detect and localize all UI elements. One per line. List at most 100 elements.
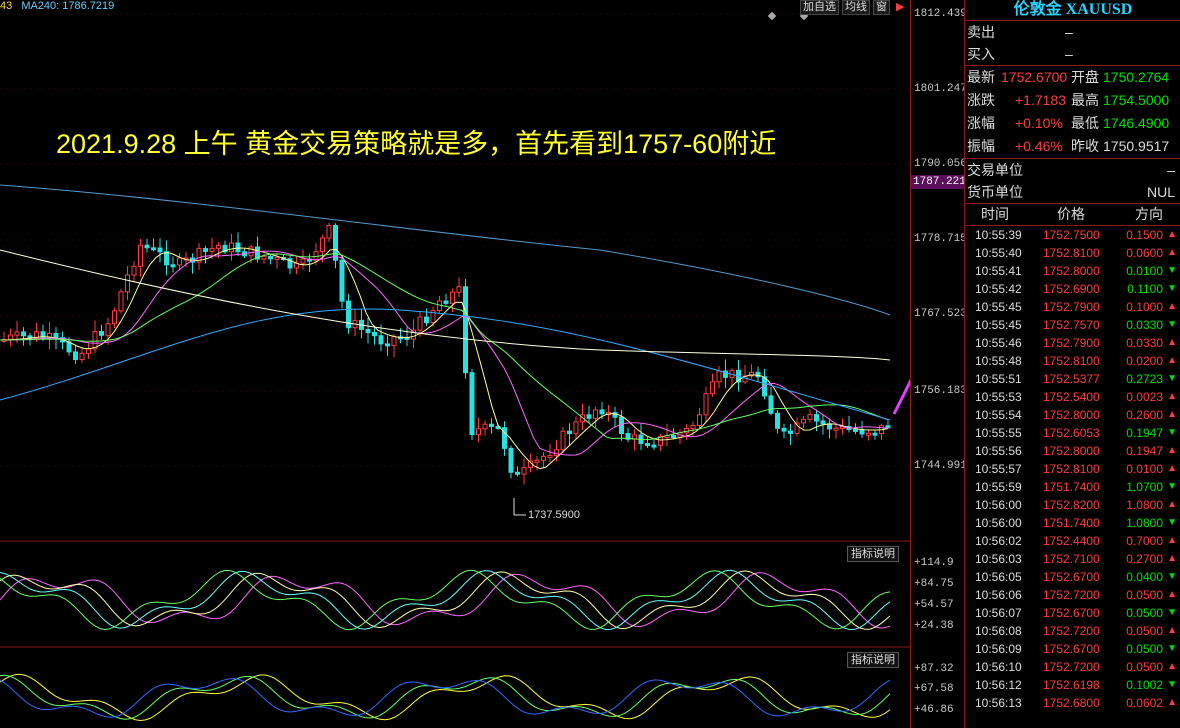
tick-time: 10:56:13 (975, 696, 1022, 710)
tick-row[interactable]: 10:55:45 1752.7900 0.1000 ▲ (965, 298, 1180, 316)
stat-label: 最高 (1071, 92, 1099, 108)
tick-row[interactable]: 10:55:41 1752.8000 0.0100 ▼ (965, 262, 1180, 280)
tick-row[interactable]: 10:56:03 1752.7100 0.2700 ▲ (965, 550, 1180, 568)
candle-body (144, 244, 150, 249)
tick-time: 10:55:53 (975, 390, 1022, 404)
tick-row[interactable]: 10:56:12 1752.6198 0.1002 ▼ (965, 676, 1180, 694)
tick-row[interactable]: 10:56:09 1752.6700 0.0500 ▼ (965, 640, 1180, 658)
stat-value: +0.46% (1015, 138, 1063, 154)
axis-label: 1812.439 (914, 8, 967, 20)
arrow-up-icon: ▲ (1167, 301, 1177, 312)
tick-volume: 0.0400 (1126, 570, 1163, 584)
candle-body (866, 432, 871, 436)
stat-value: 1754.5000 (1103, 92, 1170, 108)
ma-lines-button[interactable]: 均线 (842, 0, 870, 15)
tick-row[interactable]: 10:56:10 1752.7200 0.0500 ▲ (965, 658, 1180, 676)
stat-label: 振幅 (967, 138, 995, 154)
tick-volume: 0.0330 (1126, 318, 1163, 332)
arrow-down-icon: ▼ (1167, 283, 1177, 294)
tick-row[interactable]: 10:55:39 1752.7500 0.1500 ▲ (965, 226, 1180, 244)
tick-price: 1752.7900 (1043, 300, 1100, 314)
tick-list[interactable]: 10:55:39 1752.7500 0.1500 ▲ 10:55:40 1752.810… (965, 226, 1180, 712)
tick-price: 1752.7500 (1043, 228, 1100, 242)
stat-value: 1746.4900 (1103, 115, 1170, 131)
candlestick-chart-area[interactable]: 43 MA240: 1786.7219 2021.9.28 上午 黄金交易策略就… (0, 0, 910, 728)
candle-body (710, 381, 715, 395)
arrow-down-icon: ▼ (1167, 427, 1177, 438)
candle-body (807, 414, 813, 420)
tick-time: 10:55:59 (975, 480, 1022, 494)
tick-row[interactable]: 10:55:55 1752.6053 0.1947 ▼ (965, 424, 1180, 442)
tick-row[interactable]: 10:55:57 1752.8100 0.0100 ▲ (965, 460, 1180, 478)
candle-body (697, 414, 702, 426)
tick-volume: 1.0800 (1126, 516, 1163, 530)
tick-volume: 0.0600 (1126, 246, 1163, 260)
up-arrow-icon (892, 378, 910, 415)
tick-price: 1752.8200 (1043, 498, 1100, 512)
tick-row[interactable]: 10:56:08 1752.7200 0.0500 ▲ (965, 622, 1180, 640)
candle-body (170, 264, 176, 268)
stat-value: 1750.9517 (1103, 138, 1170, 154)
tick-header-price: 价格 (1057, 206, 1085, 222)
tick-row[interactable]: 10:55:59 1751.7400 1.0700 ▼ (965, 478, 1180, 496)
candle-body (593, 409, 598, 419)
candle-body (788, 430, 793, 434)
instrument-title: 伦敦金 XAUUSD (965, 0, 1180, 21)
candle-body (671, 435, 676, 439)
arrow-down-icon: ▼ (1167, 481, 1177, 492)
tick-row[interactable]: 10:56:13 1752.6800 0.0602 ▲ (965, 694, 1180, 712)
tick-row[interactable]: 10:55:48 1752.8100 0.0200 ▲ (965, 352, 1180, 370)
tick-volume: 0.1002 (1126, 678, 1163, 692)
tick-price: 1752.7200 (1043, 588, 1100, 602)
tick-row[interactable]: 10:56:00 1751.7400 1.0800 ▼ (965, 514, 1180, 532)
price-chart-svg[interactable] (0, 0, 910, 728)
tick-row[interactable]: 10:56:02 1752.4400 0.7000 ▲ (965, 532, 1180, 550)
tick-row[interactable]: 10:55:40 1752.8100 0.0600 ▲ (965, 244, 1180, 262)
candle-body (567, 430, 572, 435)
tick-row[interactable]: 10:55:54 1752.8000 0.2600 ▲ (965, 406, 1180, 424)
add-watchlist-button[interactable]: 加自选 (800, 0, 839, 15)
stats-block: 最新 1752.6700 开盘 1750.2764 涨跌 +1.7183 最高 1754.50… (965, 66, 1180, 159)
candle-body (801, 418, 806, 424)
candle-body (417, 316, 423, 331)
tick-time: 10:56:09 (975, 642, 1022, 656)
indicator2-help-button[interactable]: 指标说明 (847, 652, 899, 668)
ma-line-blue (0, 308, 891, 421)
tick-row[interactable]: 10:56:06 1752.7200 0.0500 ▲ (965, 586, 1180, 604)
tick-time: 10:55:55 (975, 426, 1022, 440)
tick-row[interactable]: 10:55:45 1752.7570 0.0330 ▼ (965, 316, 1180, 334)
arrow-up-icon: ▲ (1167, 499, 1177, 510)
tick-row[interactable]: 10:55:46 1752.7900 0.0330 ▲ (965, 334, 1180, 352)
play-icon[interactable]: ▶ (893, 0, 908, 15)
tick-time: 10:56:08 (975, 624, 1022, 638)
ind1-tick: +54.57 (914, 599, 954, 611)
oscillator-line (0, 569, 891, 631)
indicator1-help-button[interactable]: 指标说明 (847, 546, 899, 562)
stat-label: 开盘 (1071, 69, 1099, 85)
candle-body (716, 370, 722, 383)
tick-row[interactable]: 10:55:53 1752.5400 0.0023 ▲ (965, 388, 1180, 406)
tick-price: 1752.7900 (1043, 336, 1100, 350)
tick-volume: 0.0500 (1126, 588, 1163, 602)
arrow-up-icon: ▲ (1167, 463, 1177, 474)
oscillator-line (0, 673, 891, 722)
tick-time: 10:56:00 (975, 516, 1022, 530)
stat-value: 1750.2764 (1103, 69, 1170, 85)
tick-header-direction: 方向 (1135, 206, 1163, 222)
tick-row[interactable]: 10:55:56 1752.8000 0.1947 ▲ (965, 442, 1180, 460)
candle-body (203, 248, 208, 252)
candle-body (209, 247, 215, 252)
candle-body (424, 316, 429, 324)
tick-row[interactable]: 10:55:51 1752.5377 0.2723 ▼ (965, 370, 1180, 388)
tick-row[interactable]: 10:56:07 1752.6700 0.0500 ▼ (965, 604, 1180, 622)
sell-row: 卖出 – (965, 21, 1180, 43)
tick-row[interactable]: 10:55:42 1752.6900 0.1100 ▼ (965, 280, 1180, 298)
tick-row[interactable]: 10:56:00 1752.8200 1.0800 ▲ (965, 496, 1180, 514)
axis-label: 1778.715 (914, 233, 967, 245)
stats-row: 涨幅 +0.10% 最低 1746.4900 (965, 112, 1180, 135)
candle-body (112, 310, 117, 325)
tick-row[interactable]: 10:56:05 1752.6700 0.0400 ▼ (965, 568, 1180, 586)
tick-volume: 0.0100 (1126, 264, 1163, 278)
candle-body (443, 300, 449, 304)
window-button[interactable]: 窗 (873, 0, 890, 15)
